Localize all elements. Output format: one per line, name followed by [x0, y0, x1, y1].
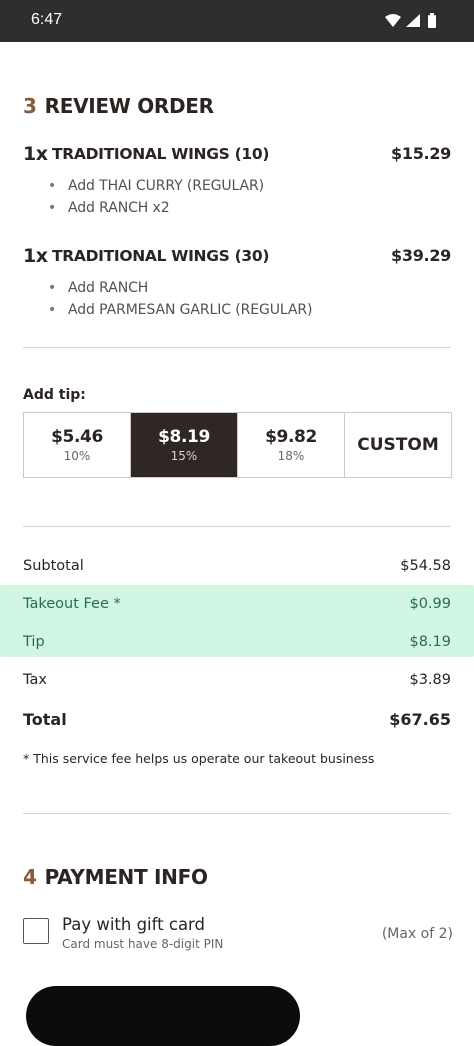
- gift-card-checkbox[interactable]: [23, 918, 49, 944]
- tip-amount: $8.19: [158, 427, 210, 447]
- tip-option-18[interactable]: $9.82 18%: [238, 413, 345, 477]
- tip-amount: $9.82: [265, 427, 317, 447]
- step-number: 4: [23, 865, 37, 889]
- tip-selector: $5.46 10% $8.19 15% $9.82 18% CUSTOM: [23, 412, 452, 478]
- divider: [23, 813, 451, 814]
- gift-card-label: Pay with gift card: [62, 915, 206, 934]
- takeout-fee-value: $0.99: [409, 596, 451, 612]
- tip-row: Tip $8.19: [23, 634, 451, 656]
- item-modifiers: Add THAI CURRY (REGULAR) Add RANCH x2: [48, 175, 264, 219]
- status-icons: [384, 12, 444, 30]
- gift-card-option[interactable]: Pay with gift card Card must have 8-digi…: [23, 915, 453, 955]
- tip-option-custom[interactable]: CUSTOM: [345, 413, 451, 477]
- order-item: 1x TRADITIONAL WINGS (10) $15.29: [23, 143, 451, 167]
- takeout-fee-row: Takeout Fee * $0.99: [23, 596, 451, 618]
- review-order-heading: 3 REVIEW ORDER: [23, 94, 214, 118]
- subtotal-label: Subtotal: [23, 558, 84, 574]
- step-number: 3: [23, 94, 37, 118]
- battery-icon: [428, 13, 436, 28]
- subtotal-row: Subtotal $54.58: [23, 558, 451, 580]
- item-quantity: 1x: [23, 245, 48, 267]
- tip-row-value: $8.19: [409, 634, 451, 650]
- order-item: 1x TRADITIONAL WINGS (30) $39.29: [23, 245, 451, 269]
- item-price: $39.29: [391, 246, 451, 265]
- subtotal-value: $54.58: [400, 558, 451, 574]
- item-name: TRADITIONAL WINGS (30): [52, 247, 270, 265]
- item-quantity: 1x: [23, 143, 48, 165]
- gift-card-max: (Max of 2): [381, 926, 453, 942]
- tip-option-15[interactable]: $8.19 15%: [131, 413, 238, 477]
- item-name: TRADITIONAL WINGS (10): [52, 145, 270, 163]
- tip-amount: $5.46: [51, 427, 103, 447]
- tax-label: Tax: [23, 672, 47, 688]
- tax-row: Tax $3.89: [23, 672, 451, 694]
- section-title-text: REVIEW ORDER: [44, 94, 214, 118]
- item-modifiers: Add RANCH Add PARMESAN GARLIC (REGULAR): [48, 277, 313, 321]
- section-title-text: PAYMENT INFO: [44, 865, 208, 889]
- divider: [23, 526, 451, 527]
- tip-percent: 18%: [277, 449, 305, 463]
- modifier-item: Add RANCH x2: [48, 197, 264, 219]
- tip-row-label: Tip: [23, 634, 45, 650]
- payment-info-heading: 4 PAYMENT INFO: [23, 865, 208, 889]
- takeout-fee-label: Takeout Fee *: [23, 596, 121, 612]
- tip-percent: 10%: [63, 449, 91, 463]
- status-bar: 6:47: [0, 0, 474, 42]
- total-label: Total: [23, 710, 67, 729]
- item-price: $15.29: [391, 144, 451, 163]
- modifier-item: Add RANCH: [48, 277, 312, 299]
- tax-value: $3.89: [409, 672, 451, 688]
- gift-card-sublabel: Card must have 8-digit PIN: [62, 937, 224, 951]
- divider: [23, 347, 451, 348]
- fee-footnote: * This service fee helps us operate our …: [23, 751, 375, 766]
- tip-option-10[interactable]: $5.46 10%: [24, 413, 131, 477]
- bottom-action-button[interactable]: [26, 986, 300, 1046]
- total-value: $67.65: [389, 710, 451, 729]
- tip-custom-label: CUSTOM: [357, 435, 439, 455]
- modifier-item: Add THAI CURRY (REGULAR): [48, 175, 264, 197]
- wifi-icon: [385, 14, 401, 27]
- tip-percent: 15%: [170, 449, 198, 463]
- status-time: 6:47: [31, 11, 63, 28]
- tip-label: Add tip:: [23, 387, 86, 403]
- signal-icon: [406, 14, 420, 27]
- total-row: Total $67.65: [23, 710, 451, 732]
- modifier-item: Add PARMESAN GARLIC (REGULAR): [48, 299, 313, 321]
